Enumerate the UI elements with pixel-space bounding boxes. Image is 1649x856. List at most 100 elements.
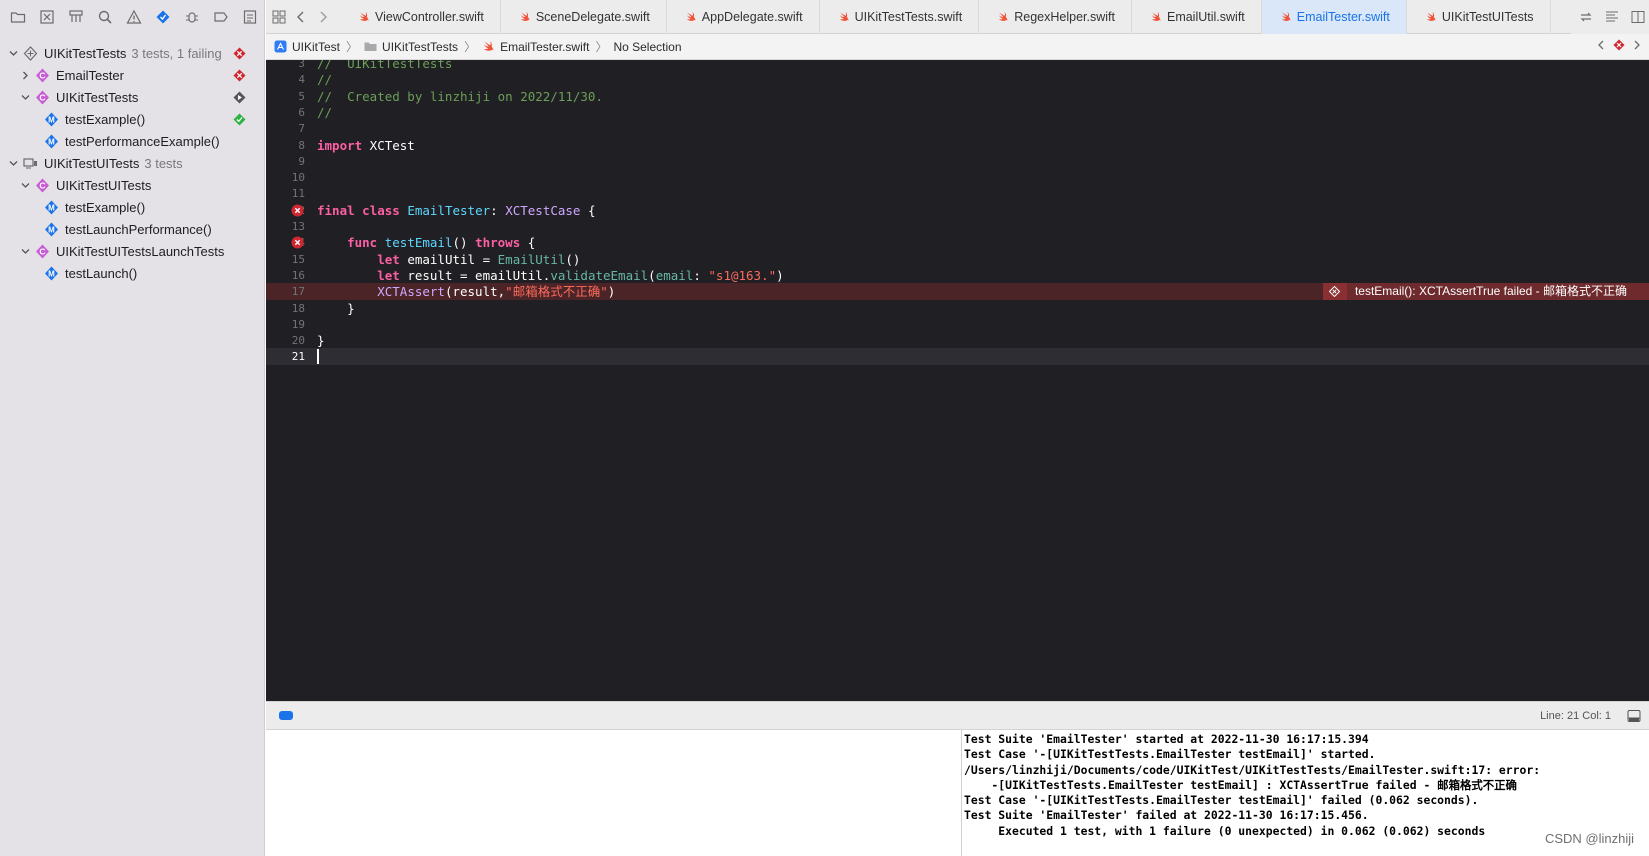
line-number[interactable]: 10: [266, 169, 305, 186]
search-icon[interactable]: [90, 3, 119, 31]
inline-error-message[interactable]: testEmail(): XCTAssertTrue failed - 邮箱格式…: [1322, 283, 1649, 301]
test-failed-icon[interactable]: [232, 68, 246, 82]
editor-options-icon[interactable]: [1597, 0, 1627, 34]
folder-icon[interactable]: [3, 3, 32, 31]
chevron-down-icon[interactable]: [19, 91, 31, 103]
chevron-down-icon[interactable]: [7, 157, 19, 169]
error-badge-icon[interactable]: [291, 236, 304, 249]
line-number[interactable]: 3: [266, 60, 305, 72]
line-number[interactable]: 8: [266, 137, 305, 154]
source-editor[interactable]: 3 // UIKitTestTests 4 // 5 // Created by linz…: [266, 60, 1649, 701]
test-tree-row[interactable]: UIKitTestTests 3 tests, 1 failing: [0, 42, 264, 64]
test-tree-row[interactable]: C UIKitTestUITestsLaunchTests: [0, 240, 264, 262]
line-number[interactable]: 17: [266, 283, 305, 300]
line-number[interactable]: 13: [266, 218, 305, 235]
test-method-icon: M: [44, 200, 59, 215]
test-tree-row[interactable]: C UIKitTestUITests: [0, 174, 264, 196]
test-navigator-icon[interactable]: [148, 3, 177, 31]
code-line: 13: [266, 218, 1649, 235]
editor-tab[interactable]: EmailUtil.swift: [1132, 0, 1262, 34]
test-tree-row[interactable]: C UIKitTestTests: [0, 86, 264, 108]
code-line: 18 }: [266, 300, 1649, 317]
chevron-down-icon[interactable]: [19, 245, 31, 257]
editor-tab[interactable]: SceneDelegate.swift: [501, 0, 667, 34]
code-token: (): [452, 235, 476, 251]
breakpoint-icon[interactable]: [206, 3, 235, 31]
test-tree-row[interactable]: C EmailTester: [0, 64, 264, 86]
jump-bar: UIKitTest 〉 UIKitTestTests 〉 EmailTester…: [266, 34, 1649, 60]
line-number[interactable]: 21: [266, 348, 305, 365]
breadcrumb-file[interactable]: EmailTester.swift: [482, 40, 589, 54]
breadcrumb-group[interactable]: UIKitTestTests: [364, 40, 458, 54]
ui-test-bundle-icon: [23, 156, 38, 171]
code-token: import: [317, 137, 363, 153]
issue-diamond-icon[interactable]: [1613, 39, 1625, 51]
line-number[interactable]: 15: [266, 251, 305, 268]
line-number[interactable]: 9: [266, 153, 305, 170]
test-tree-row[interactable]: MtestExample(): [0, 196, 264, 218]
line-number[interactable]: 11: [266, 185, 305, 202]
test-tree-row[interactable]: MtestPerformanceExample(): [0, 130, 264, 152]
debug-icon[interactable]: [177, 3, 206, 31]
code-token: }: [317, 333, 325, 349]
line-number[interactable]: 18: [266, 300, 305, 317]
code-text: //: [317, 104, 332, 121]
console-output[interactable]: Test Suite 'EmailTester' started at 2022…: [962, 730, 1649, 856]
code-token: func: [347, 235, 378, 251]
editor-tab[interactable]: EmailTester.swift: [1261, 0, 1407, 34]
line-number[interactable]: 5: [266, 88, 305, 105]
chevron-right-icon[interactable]: [1631, 39, 1643, 51]
code-token: :: [693, 267, 709, 283]
editor-tab[interactable]: UIKitTestUITests: [1407, 0, 1551, 34]
console-line: Test Case '-[UIKitTestTests.EmailTester …: [964, 793, 1479, 808]
debug-area-toggle[interactable]: [279, 711, 293, 720]
console-panel-icon[interactable]: [1627, 709, 1641, 723]
line-number[interactable]: 16: [266, 267, 305, 284]
line-number[interactable]: 6: [266, 104, 305, 121]
related-items-icon[interactable]: [1575, 0, 1597, 34]
code-token: validateEmail: [550, 267, 649, 283]
tab-bar-right-controls: [1571, 0, 1649, 34]
breadcrumb-project-label: UIKitTest: [292, 39, 341, 54]
code-token: {: [580, 202, 596, 218]
breadcrumb-separator: 〉: [595, 40, 608, 54]
line-number[interactable]: 7: [266, 120, 305, 137]
code-line: 3 // UIKitTestTests: [266, 60, 1649, 72]
editor-tab[interactable]: UIKitTestTests.swift: [820, 0, 980, 34]
folder-icon: [364, 42, 377, 51]
grid-icon[interactable]: [268, 0, 290, 34]
source-control-icon[interactable]: [32, 3, 61, 31]
code-line: 5 // Created by linzhiji on 2022/11/30.: [266, 88, 1649, 105]
breadcrumb-project[interactable]: UIKitTest: [274, 40, 340, 54]
test-tree-row[interactable]: MtestExample(): [0, 108, 264, 130]
svg-text:M: M: [48, 137, 55, 146]
test-tree-row[interactable]: MtestLaunch(): [0, 262, 264, 284]
chevron-down-icon[interactable]: [19, 179, 31, 191]
warning-icon[interactable]: [119, 3, 148, 31]
editor-tab[interactable]: RegexHelper.swift: [979, 0, 1132, 34]
run-test-icon[interactable]: [232, 90, 246, 104]
editor-tab[interactable]: AppDelegate.swift: [667, 0, 820, 34]
test-tree-row[interactable]: UIKitTestUITests 3 tests: [0, 152, 264, 174]
line-number[interactable]: 19: [266, 316, 305, 333]
svg-text:M: M: [48, 115, 55, 124]
back-arrow-icon[interactable]: [290, 0, 312, 34]
line-number[interactable]: 4: [266, 71, 305, 88]
split-editor-icon[interactable]: [1627, 0, 1649, 34]
test-passed-icon[interactable]: [232, 112, 246, 126]
error-badge-icon[interactable]: [291, 204, 304, 217]
svg-text:M: M: [48, 269, 55, 278]
breadcrumb-selection[interactable]: No Selection: [613, 40, 681, 54]
test-method-icon: M: [44, 266, 59, 281]
chevron-right-icon[interactable]: [19, 69, 31, 81]
chevron-left-icon[interactable]: [1595, 39, 1607, 51]
symbol-icon[interactable]: [61, 3, 90, 31]
chevron-down-icon[interactable]: [7, 47, 19, 59]
test-tree-row[interactable]: MtestLaunchPerformance(): [0, 218, 264, 240]
test-failed-icon[interactable]: [232, 46, 246, 60]
report-icon[interactable]: [235, 3, 264, 31]
forward-arrow-icon[interactable]: [312, 0, 334, 34]
code-line: 11: [266, 185, 1649, 202]
editor-tab[interactable]: ViewController.swift: [340, 0, 501, 34]
line-number[interactable]: 20: [266, 332, 305, 349]
